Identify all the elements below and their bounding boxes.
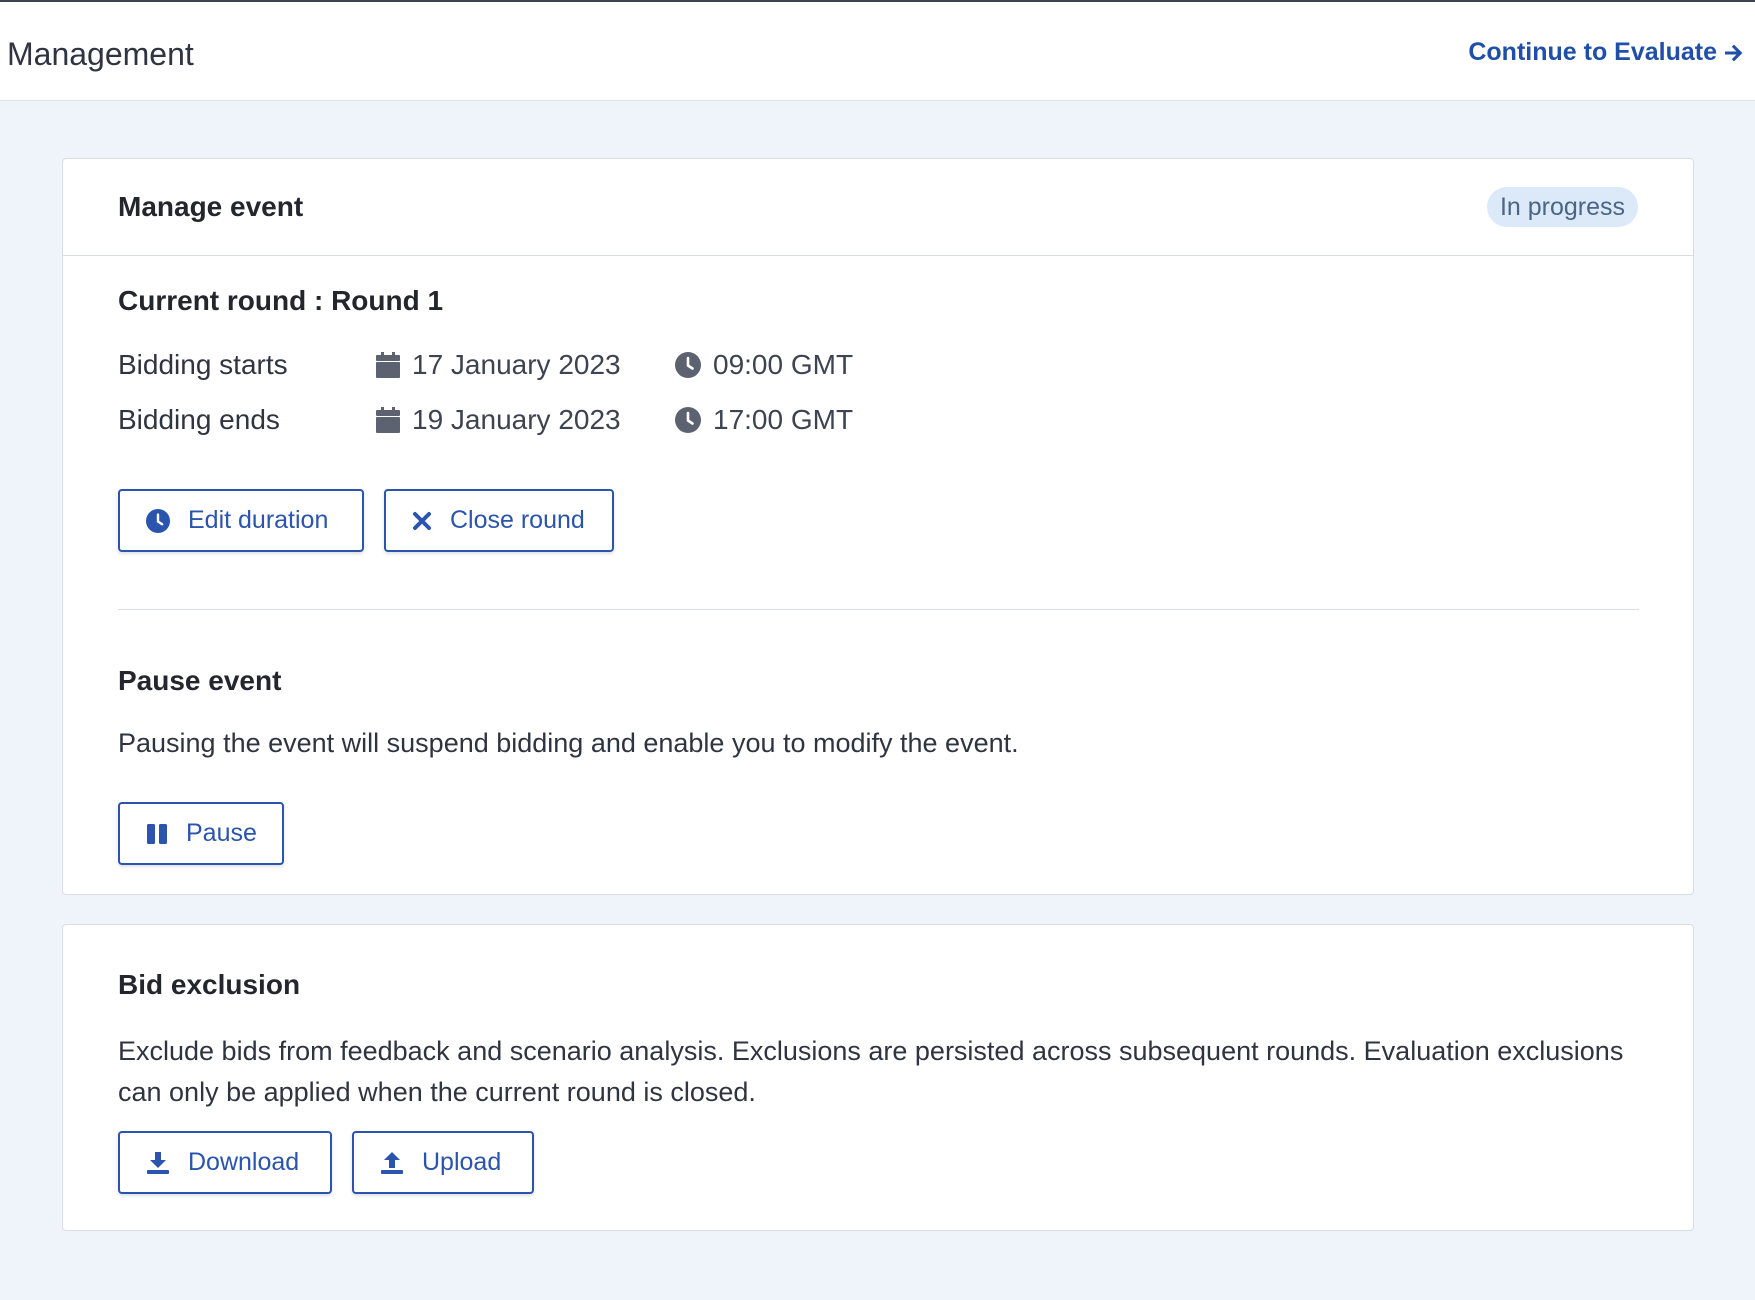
bidding-ends-time-text: 17:00 GMT	[713, 404, 854, 435]
manage-event-header: Manage event In progress	[63, 159, 1693, 256]
manage-event-title: Manage event	[118, 191, 304, 222]
page-header: Management Continue to Evaluate	[0, 2, 1755, 101]
close-round-button[interactable]: Close round	[384, 489, 614, 552]
bid-exclusion-description: Exclude bids from feedback and scenario …	[118, 1036, 1624, 1107]
bid-exclusion-card: Bid exclusion Exclude bids from feedback…	[62, 924, 1694, 1231]
manage-event-card: Manage event In progress Current round :…	[62, 158, 1694, 895]
page-title: Management	[7, 36, 194, 72]
bidding-starts-time: 09:00 GMT	[675, 349, 853, 381]
pause-event-title: Pause event	[118, 665, 282, 696]
clock-icon	[675, 407, 701, 433]
edit-duration-button[interactable]: Edit duration	[118, 489, 364, 552]
upload-icon	[380, 1151, 404, 1175]
download-icon	[146, 1151, 170, 1175]
bidding-ends-time: 17:00 GMT	[675, 404, 853, 436]
bidding-starts-date-text: 17 January 2023	[412, 349, 621, 380]
section-divider	[118, 609, 1639, 610]
calendar-icon	[376, 352, 400, 378]
pause-icon	[146, 823, 168, 845]
bid-exclusion-title: Bid exclusion	[118, 969, 301, 1000]
pause-label: Pause	[186, 819, 257, 847]
bidding-ends-label: Bidding ends	[118, 404, 280, 435]
clock-icon	[146, 508, 170, 533]
continue-to-evaluate-link[interactable]: Continue to Evaluate	[1468, 38, 1745, 67]
download-button[interactable]: Download	[118, 1131, 332, 1194]
bidding-starts-date: 17 January 2023	[376, 349, 621, 381]
upload-button[interactable]: Upload	[352, 1131, 534, 1194]
bidding-ends-date: 19 January 2023	[376, 404, 621, 436]
clock-icon	[675, 352, 701, 378]
edit-duration-label: Edit duration	[188, 506, 329, 534]
download-label: Download	[188, 1148, 300, 1176]
status-badge: In progress	[1486, 187, 1638, 227]
bidding-starts-label: Bidding starts	[118, 349, 288, 380]
close-round-label: Close round	[450, 506, 585, 534]
current-round-title: Current round : Round 1	[118, 285, 444, 316]
continue-label: Continue to Evaluate	[1468, 38, 1717, 66]
bidding-starts-time-text: 09:00 GMT	[713, 349, 854, 380]
close-icon	[412, 511, 432, 531]
bidding-ends-date-text: 19 January 2023	[412, 404, 621, 435]
calendar-icon	[376, 407, 400, 433]
upload-label: Upload	[422, 1148, 502, 1176]
pause-event-description: Pausing the event will suspend bidding a…	[118, 728, 1019, 758]
arrow-right-icon	[1723, 42, 1745, 64]
pause-button[interactable]: Pause	[118, 802, 284, 865]
